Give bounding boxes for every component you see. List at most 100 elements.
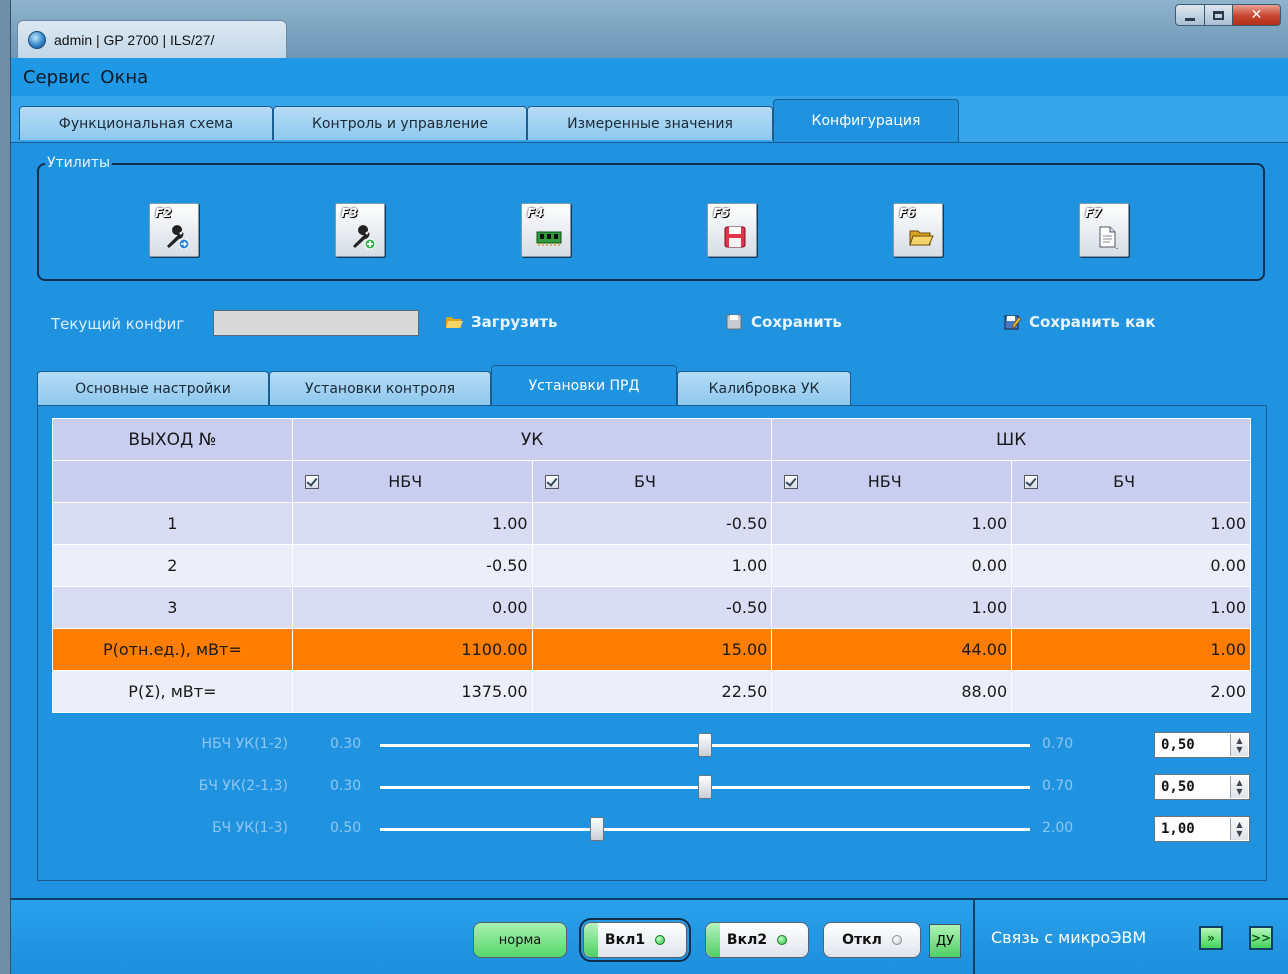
row-label: P(Σ), мВт=: [52, 670, 293, 713]
table-cell[interactable]: 1.00: [771, 502, 1013, 545]
utilities-group: Утилиты F2 F3 F4 F5 F6 F7: [37, 155, 1265, 281]
load-label: Загрузить: [471, 313, 558, 331]
tab-basic-settings[interactable]: Основные настройки: [37, 371, 269, 405]
slider-row: БЧ УК(1-3) 0.50 2.00 1,00 ▲ ▼: [38, 812, 1268, 846]
load-button[interactable]: Загрузить: [445, 313, 558, 331]
menu-windows[interactable]: Окна: [100, 67, 148, 88]
table-header-row: ВЫХОД № УК ШК: [52, 418, 1251, 461]
save-as-icon: [1004, 315, 1021, 330]
subheader-uk-bch: БЧ: [531, 460, 773, 503]
vkl2-button[interactable]: Вкл2: [705, 922, 809, 958]
row-label: P(отн.ед.), мВт=: [52, 628, 293, 671]
table-cell[interactable]: -0.50: [531, 586, 773, 629]
maximize-button[interactable]: [1205, 4, 1233, 26]
table-cell[interactable]: 0.00: [291, 586, 533, 629]
spin-arrows-icon[interactable]: ▲ ▼: [1230, 776, 1248, 798]
vkl1-label: Вкл1: [604, 932, 646, 948]
f3-button[interactable]: F3: [335, 203, 385, 257]
table-cell: 2.00: [1011, 670, 1251, 713]
minimize-button[interactable]: [1175, 4, 1205, 26]
utilities-legend: Утилиты: [45, 155, 113, 171]
du-indicator[interactable]: ДУ: [929, 924, 961, 958]
table-cell[interactable]: 1.00: [531, 544, 773, 587]
table-cell[interactable]: 1.00: [1011, 586, 1251, 629]
shk-nbch-checkbox[interactable]: [784, 474, 799, 489]
slider-row: НБЧ УК(1-2) 0.30 0.70 0,50 ▲ ▼: [38, 728, 1268, 762]
vkl1-button[interactable]: Вкл1: [579, 918, 691, 962]
table-cell[interactable]: 0.00: [771, 544, 1013, 587]
save-label: Сохранить: [751, 313, 842, 331]
sub-tab-bar: Основные настройки Установки контроля Ус…: [11, 365, 1288, 405]
app-window: admin | GP 2700 | ILS/27/ ✕ Сервис Окна …: [10, 0, 1288, 974]
spinbox[interactable]: 1,00 ▲ ▼: [1154, 816, 1250, 842]
table-cell[interactable]: -0.50: [291, 544, 533, 587]
slider-max: 2.00: [1042, 820, 1074, 836]
slider-min: 0.30: [330, 778, 362, 794]
norma-button[interactable]: норма: [473, 922, 567, 958]
table-cell[interactable]: -0.50: [531, 502, 773, 545]
otkl-led-icon: [891, 935, 902, 945]
current-config-field[interactable]: [213, 310, 419, 336]
window-controls: ✕: [1175, 4, 1281, 26]
table-cell[interactable]: 1.00: [771, 586, 1013, 629]
window-title: admin | GP 2700 | ILS/27/: [54, 31, 215, 48]
current-config-label: Текущий конфиг: [51, 315, 185, 333]
tab-uk-calibration[interactable]: Калибровка УК: [677, 371, 851, 405]
f2-button[interactable]: F2: [149, 203, 199, 257]
slider-max: 0.70: [1042, 736, 1074, 752]
otkl-button[interactable]: Откл: [823, 922, 921, 958]
power-relative-row: P(отн.ед.), мВт= 1100.00 15.00 44.00 1.0…: [52, 628, 1251, 671]
slider-thumb[interactable]: [698, 775, 712, 799]
table-row: 2 -0.50 1.00 0.00 0.00: [52, 544, 1251, 587]
spin-arrows-icon[interactable]: ▲ ▼: [1230, 734, 1248, 756]
slider-thumb[interactable]: [589, 817, 604, 841]
status-separator: [973, 900, 975, 974]
tab-configuration[interactable]: Конфигурация: [773, 99, 959, 142]
title-bar: admin | GP 2700 | ILS/27/ ✕: [11, 0, 1288, 58]
f6-button[interactable]: F6: [893, 203, 943, 257]
table-cell[interactable]: 0.00: [1011, 544, 1251, 587]
vkl2-led-icon: [777, 935, 788, 945]
uk-nbch-checkbox[interactable]: [304, 474, 319, 489]
f5-button[interactable]: F5: [707, 203, 757, 257]
table-subheader-row: НБЧ БЧ НБЧ БЧ: [52, 460, 1251, 503]
tab-control-settings[interactable]: Установки контроля: [269, 371, 491, 405]
slider-thumb[interactable]: [698, 733, 712, 757]
floppy-save-icon: [724, 226, 746, 248]
save-as-button[interactable]: Сохранить как: [1003, 313, 1156, 331]
folder-icon: [446, 317, 463, 328]
spinbox[interactable]: 0,50 ▲ ▼: [1154, 774, 1250, 800]
uk-bch-checkbox[interactable]: [544, 474, 559, 489]
f7-button[interactable]: F7: [1079, 203, 1129, 257]
link-status-icon[interactable]: >>: [1249, 926, 1273, 950]
shk-bch-checkbox[interactable]: [1024, 474, 1039, 489]
menu-service[interactable]: Сервис: [23, 67, 90, 88]
save-button[interactable]: Сохранить: [725, 313, 842, 331]
table-cell[interactable]: 1.00: [1011, 502, 1251, 545]
tab-transmitter-settings[interactable]: Установки ПРД: [491, 365, 677, 405]
tab-measured-values[interactable]: Измеренные значения: [527, 106, 773, 140]
menu-bar: Сервис Окна: [11, 58, 1288, 96]
table-cell[interactable]: 1.00: [291, 502, 533, 545]
status-bar: норма Вкл1 Вкл2 Откл ДУ Связь с микроЭВМ…: [11, 898, 1288, 974]
close-icon: ✕: [1250, 7, 1263, 23]
slider-row: БЧ УК(2-1,3) 0.30 0.70 0,50 ▲ ▼: [38, 770, 1268, 804]
f7-label: F7: [1085, 206, 1102, 220]
spinbox[interactable]: 0,50 ▲ ▼: [1154, 732, 1250, 758]
button-green-edge: [706, 923, 720, 957]
slider-label: БЧ УК(1-3): [212, 820, 288, 836]
output-table: ВЫХОД № УК ШК НБЧ БЧ НБЧ БЧ 1 1.00 -0.50…: [52, 418, 1251, 713]
vkl1-led-icon: [655, 935, 666, 945]
slider-track[interactable]: [380, 828, 1030, 831]
slider-min: 0.50: [330, 820, 362, 836]
link-label: Связь с микроЭВМ: [991, 928, 1147, 947]
f3-label: F3: [341, 206, 358, 220]
spin-arrows-icon[interactable]: ▲ ▼: [1230, 818, 1248, 840]
transmitter-settings-panel: ВЫХОД № УК ШК НБЧ БЧ НБЧ БЧ 1 1.00 -0.50…: [37, 405, 1267, 881]
close-button[interactable]: ✕: [1233, 4, 1281, 26]
link-forward-icon[interactable]: »: [1199, 926, 1223, 950]
tab-functional-scheme[interactable]: Функциональная схема: [19, 106, 273, 140]
f4-button[interactable]: F4: [521, 203, 571, 257]
window-title-tab[interactable]: admin | GP 2700 | ILS/27/: [17, 20, 287, 58]
tab-control-management[interactable]: Контроль и управление: [273, 106, 527, 140]
